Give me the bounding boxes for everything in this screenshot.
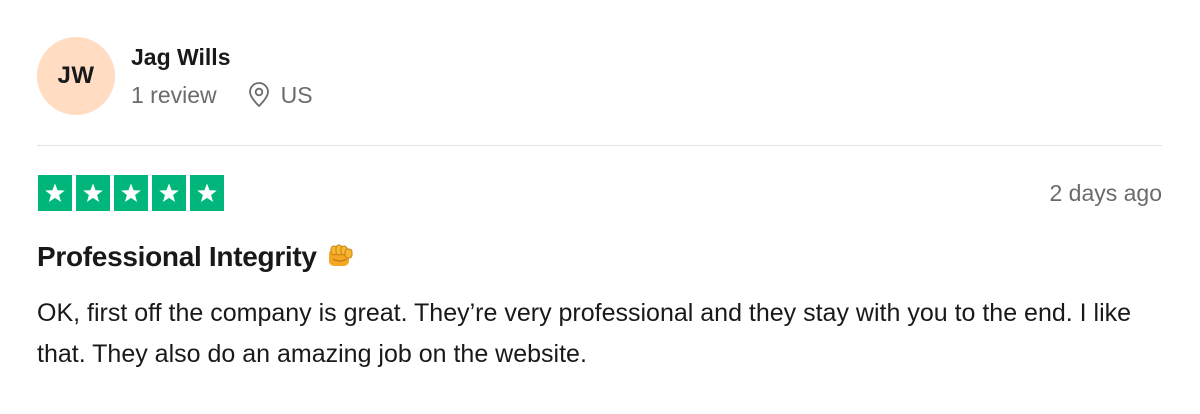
location-pin-icon	[247, 82, 271, 108]
avatar[interactable]: JW	[37, 37, 115, 115]
star-icon	[152, 175, 186, 211]
reviewer-header: JW Jag Wills 1 review US	[37, 37, 313, 115]
review-date: 2 days ago	[1049, 180, 1162, 206]
reviewer-location: US	[247, 81, 313, 109]
review-count: 1 review	[131, 82, 217, 108]
review-body: OK, first off the company is great. They…	[37, 299, 1132, 368]
star-icon	[190, 175, 224, 211]
reviewer-info: Jag Wills 1 review US	[131, 37, 313, 109]
reviewer-name[interactable]: Jag Wills	[131, 43, 313, 71]
oncoming-fist-icon	[325, 241, 357, 273]
star-icon	[38, 175, 72, 211]
review-title[interactable]: Professional Integrity	[37, 241, 357, 273]
reviewer-meta: 1 review US	[131, 81, 313, 109]
star-icon	[76, 175, 110, 211]
review-card: JW Jag Wills 1 review US 2 days ago Prof…	[0, 0, 1200, 414]
star-icon	[114, 175, 148, 211]
star-rating	[38, 175, 224, 211]
divider	[37, 145, 1162, 146]
review-title-text[interactable]: Professional Integrity	[37, 241, 317, 273]
location-text: US	[280, 82, 313, 108]
